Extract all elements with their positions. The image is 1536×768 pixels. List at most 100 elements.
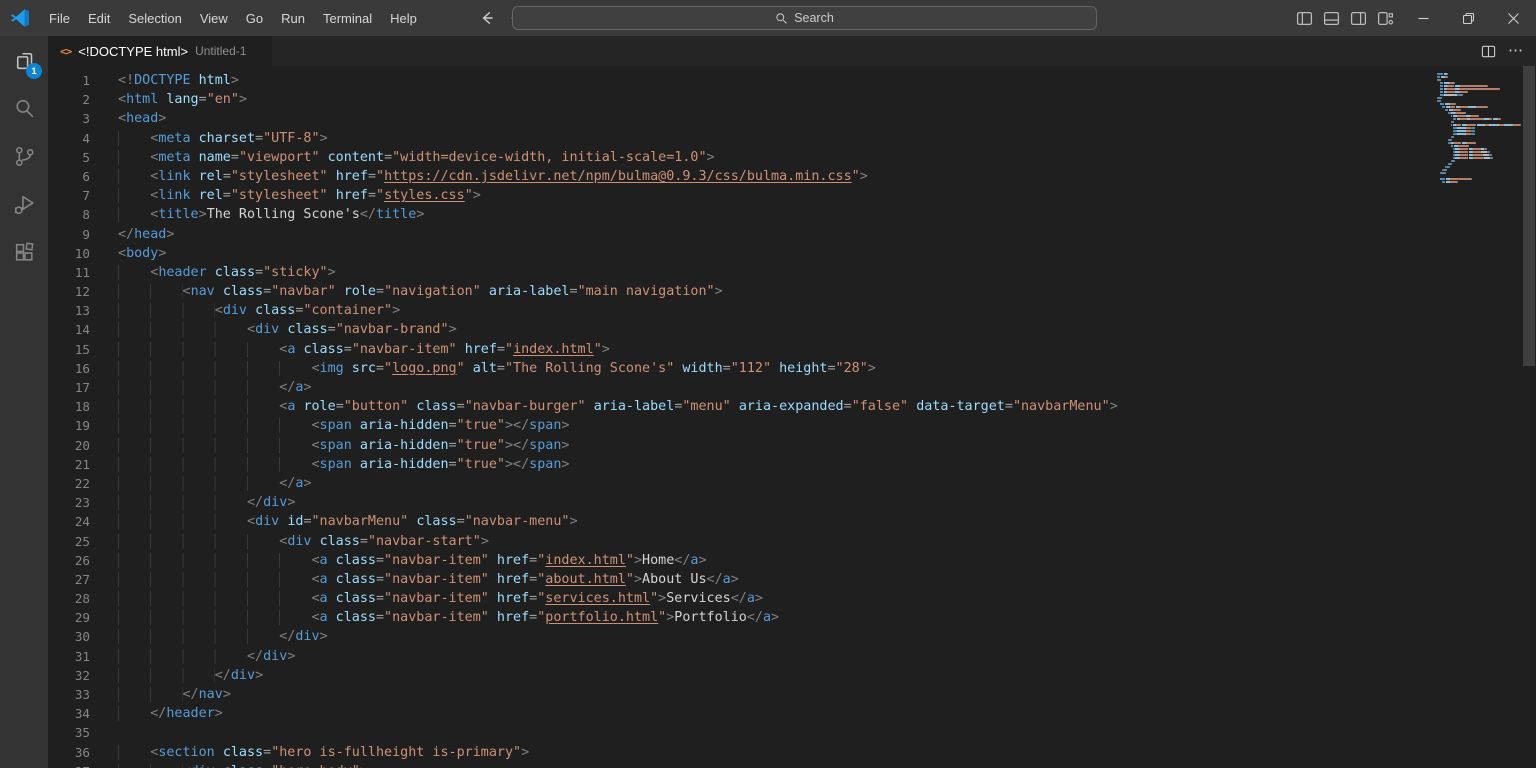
code-line[interactable]: 7 <link rel="stylesheet" href="styles.cs… — [48, 186, 1536, 205]
toggle-panel-icon[interactable] — [1323, 10, 1340, 27]
code-line[interactable]: 1<!DOCTYPE html> — [48, 71, 1536, 90]
command-center-search[interactable]: Search — [512, 6, 1097, 30]
code-line[interactable]: 13 <div class="container"> — [48, 301, 1536, 320]
code-line[interactable]: 32 </div> — [48, 666, 1536, 685]
code-text: <header class="sticky"> — [118, 263, 336, 282]
line-number: 7 — [48, 186, 90, 205]
vertical-scrollbar[interactable] — [1522, 66, 1536, 768]
code-text: <a class="navbar-item" href="portfolio.h… — [118, 608, 779, 627]
line-number: 29 — [48, 608, 90, 627]
line-number: 26 — [48, 551, 90, 570]
tab-untitled-1[interactable]: <> <!DOCTYPE html> Untitled-1 — [48, 36, 272, 66]
code-text: <a class="navbar-item" href="index.html"… — [118, 551, 707, 570]
code-line[interactable]: 10 <body> — [48, 244, 1536, 263]
minimize-button[interactable] — [1401, 0, 1446, 36]
minimap[interactable] — [1437, 66, 1522, 768]
line-number: 17 — [48, 378, 90, 397]
code-line[interactable]: 24 <div id="navbarMenu" class="navbar-me… — [48, 512, 1536, 531]
split-editor-icon[interactable] — [1481, 44, 1496, 59]
code-line[interactable]: 17 </a> — [48, 378, 1536, 397]
code-line[interactable]: 16 <img src="logo.png" alt="The Rolling … — [48, 359, 1536, 378]
code-line[interactable]: 21 <span aria-hidden="true"></span> — [48, 455, 1536, 474]
toggle-primary-sidebar-icon[interactable] — [1296, 10, 1313, 27]
code-text: <div class="navbar-brand"> — [118, 320, 457, 339]
more-actions-icon[interactable]: ⋯ — [1508, 47, 1524, 55]
title-bar: FileEditSelectionViewGoRunTerminalHelp S… — [0, 0, 1536, 36]
code-line[interactable]: 18 <a role="button" class="navbar-burger… — [48, 397, 1536, 416]
menu-edit[interactable]: Edit — [79, 0, 119, 36]
line-number: 10 — [48, 244, 90, 263]
line-number: 16 — [48, 359, 90, 378]
code-text: <img src="logo.png" alt="The Rolling Sco… — [118, 359, 876, 378]
menu-go[interactable]: Go — [237, 0, 272, 36]
code-text: </a> — [118, 378, 312, 397]
code-line[interactable]: 3<head> — [48, 109, 1536, 128]
code-line[interactable]: 29 <a class="navbar-item" href="portfoli… — [48, 608, 1536, 627]
code-text: <span aria-hidden="true"></span> — [118, 455, 569, 474]
code-line[interactable]: 36 <section class="hero is-fullheight is… — [48, 743, 1536, 762]
explorer-icon[interactable]: 1 — [0, 36, 48, 84]
code-line[interactable]: 37 <div class="hero-body"> — [48, 762, 1536, 768]
search-view-icon[interactable] — [0, 84, 48, 132]
line-number: 12 — [48, 282, 90, 301]
code-line[interactable]: 12 <nav class="navbar" role="navigation"… — [48, 282, 1536, 301]
code-line[interactable]: 15 <a class="navbar-item" href="index.ht… — [48, 340, 1536, 359]
code-line[interactable]: 20 <span aria-hidden="true"></span> — [48, 436, 1536, 455]
extensions-icon[interactable] — [0, 228, 48, 276]
code-line[interactable]: 30 </div> — [48, 627, 1536, 646]
line-number: 37 — [48, 762, 90, 768]
code-line[interactable]: 22 </a> — [48, 474, 1536, 493]
code-line[interactable]: 23 </div> — [48, 493, 1536, 512]
code-line[interactable]: 9 </head> — [48, 225, 1536, 244]
code-line[interactable]: 14 <div class="navbar-brand"> — [48, 320, 1536, 339]
code-text: <body> — [118, 244, 166, 263]
menu-run[interactable]: Run — [272, 0, 314, 36]
code-line[interactable]: 31 </div> — [48, 647, 1536, 666]
customize-layout-icon[interactable] — [1377, 10, 1394, 27]
line-number: 2 — [48, 90, 90, 109]
code-line[interactable]: 11 <header class="sticky"> — [48, 263, 1536, 282]
scrollbar-thumb[interactable] — [1523, 66, 1535, 366]
menu-view[interactable]: View — [191, 0, 237, 36]
code-line[interactable]: 33 </nav> — [48, 685, 1536, 704]
close-button[interactable] — [1491, 0, 1536, 36]
line-number: 36 — [48, 743, 90, 762]
code-line[interactable]: 6 <link rel="stylesheet" href="https://c… — [48, 167, 1536, 186]
menu-terminal[interactable]: Terminal — [314, 0, 381, 36]
source-control-icon[interactable] — [0, 132, 48, 180]
run-debug-icon[interactable] — [0, 180, 48, 228]
menu-selection[interactable]: Selection — [119, 0, 190, 36]
code-line[interactable]: 28 <a class="navbar-item" href="services… — [48, 589, 1536, 608]
editor[interactable]: 1<!DOCTYPE html>2<html lang="en">3<head>… — [48, 66, 1536, 768]
line-number: 8 — [48, 205, 90, 224]
line-number: 1 — [48, 71, 90, 90]
code-text: <meta charset="UTF-8"> — [118, 129, 328, 148]
menu-help[interactable]: Help — [381, 0, 426, 36]
code-text: <span aria-hidden="true"></span> — [118, 416, 569, 435]
line-number: 22 — [48, 474, 90, 493]
code-line[interactable]: 26 <a class="navbar-item" href="index.ht… — [48, 551, 1536, 570]
code-text: <div class="hero-body"> — [118, 762, 368, 768]
code-line[interactable]: 8 <title>The Rolling Scone's</title> — [48, 205, 1536, 224]
code-text: </a> — [118, 474, 312, 493]
code-text: <div class="container"> — [118, 301, 400, 320]
code-line[interactable]: 25 <div class="navbar-start"> — [48, 532, 1536, 551]
line-number: 21 — [48, 455, 90, 474]
line-number: 9 — [48, 225, 90, 244]
code-line[interactable]: 5 <meta name="viewport" content="width=d… — [48, 148, 1536, 167]
code-text: </header> — [118, 704, 223, 723]
navigate-back-icon[interactable] — [478, 9, 496, 27]
menu-file[interactable]: File — [40, 0, 79, 36]
code-text: </head> — [118, 225, 174, 244]
restore-button[interactable] — [1446, 0, 1491, 36]
code-line[interactable]: 4 <meta charset="UTF-8"> — [48, 129, 1536, 148]
code-line[interactable]: 19 <span aria-hidden="true"></span> — [48, 416, 1536, 435]
code-line[interactable]: 27 <a class="navbar-item" href="about.ht… — [48, 570, 1536, 589]
code-line[interactable]: 2<html lang="en"> — [48, 90, 1536, 109]
code-line[interactable]: 34 </header> — [48, 704, 1536, 723]
line-number: 4 — [48, 129, 90, 148]
explorer-badge: 1 — [26, 63, 42, 79]
toggle-secondary-sidebar-icon[interactable] — [1350, 10, 1367, 27]
code-text: </div> — [118, 493, 295, 512]
code-line[interactable]: 35 — [48, 723, 1536, 742]
